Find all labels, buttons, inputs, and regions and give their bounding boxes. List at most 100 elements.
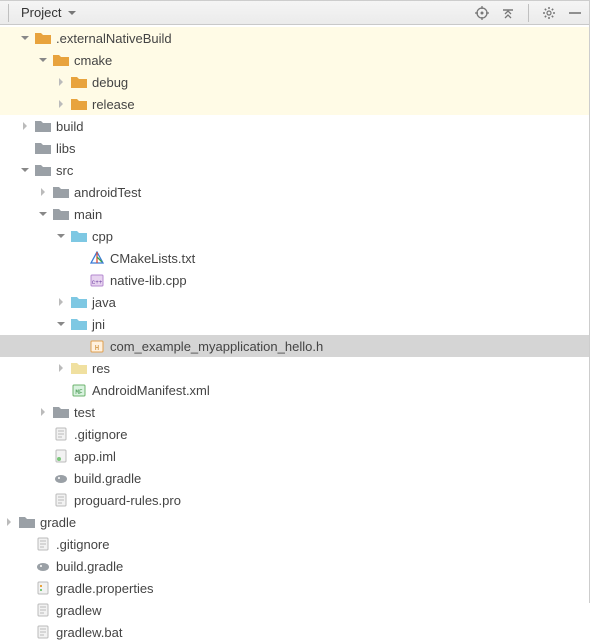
folder-grey-icon [35,140,51,156]
properties-file-icon [35,580,51,596]
tree-node-main[interactable]: main [0,203,589,225]
chevron-right-icon [54,295,68,309]
tree-label: native-lib.cpp [110,273,187,288]
chevron-right-icon [18,119,32,133]
tree-label: .gitignore [56,537,109,552]
tree-label: release [92,97,135,112]
tree-label: java [92,295,116,310]
tree-label: gradle [40,515,76,530]
toolbar-separator [528,4,529,22]
chevron-right-icon [36,405,50,419]
folder-source-icon [71,294,87,310]
tree-node-buildgradle1[interactable]: build.gradle [0,467,589,489]
tree-node-build[interactable]: build [0,115,589,137]
gear-icon[interactable] [539,3,559,23]
tree-node-proguard[interactable]: proguard-rules.pro [0,489,589,511]
tree-label: gradlew.bat [56,625,123,640]
tree-node-src[interactable]: src [0,159,589,181]
chevron-right-icon [54,361,68,375]
chevron-down-icon [18,163,32,177]
chevron-down-icon [36,207,50,221]
gradle-file-icon [53,470,69,486]
tree-node-java[interactable]: java [0,291,589,313]
folder-grey-icon [35,162,51,178]
tree-node-res[interactable]: res [0,357,589,379]
tree-label: gradle.properties [56,581,154,596]
toolbar-separator [8,4,9,22]
text-file-icon [53,492,69,508]
iml-file-icon [53,448,69,464]
tree-label: CMakeLists.txt [110,251,195,266]
tree-node-helloh[interactable]: H com_example_myapplication_hello.h [0,335,589,357]
tree-label: jni [92,317,105,332]
tree-node-libs[interactable]: libs [0,137,589,159]
tree-label: debug [92,75,128,90]
tree-node-manifest[interactable]: MF AndroidManifest.xml [0,379,589,401]
chevron-right-icon [54,97,68,111]
target-icon[interactable] [472,3,492,23]
tree-label: cmake [74,53,112,68]
tree-node-androidTest[interactable]: androidTest [0,181,589,203]
folder-grey-icon [53,206,69,222]
text-file-icon [35,602,51,618]
chevron-down-icon [18,31,32,45]
folder-source-icon [71,316,87,332]
project-tab[interactable]: Project [15,3,88,22]
chevron-down-icon [54,317,68,331]
dropdown-chevron-icon [65,6,79,20]
project-tree: .externalNativeBuild cmake debug release… [0,25,589,643]
chevron-right-icon [36,185,50,199]
tree-label: build [56,119,83,134]
folder-res-icon [71,360,87,376]
folder-source-icon [71,228,87,244]
tree-label: proguard-rules.pro [74,493,181,508]
tree-label: build.gradle [74,471,141,486]
tree-label: AndroidManifest.xml [92,383,210,398]
svg-text:c++: c++ [92,279,103,286]
tree-node-cmakelists[interactable]: CMakeLists.txt [0,247,589,269]
folder-grey-icon [53,184,69,200]
project-toolbar: Project [0,1,589,25]
chevron-down-icon [36,53,50,67]
chevron-down-icon [54,229,68,243]
hide-icon[interactable] [565,3,585,23]
text-file-icon [53,426,69,442]
tree-label: main [74,207,102,222]
tree-label: gradlew [56,603,102,618]
tree-node-cmake[interactable]: cmake [0,49,589,71]
tree-node-cpp[interactable]: cpp [0,225,589,247]
tree-label: .gitignore [74,427,127,442]
folder-icon [35,30,51,46]
tree-label: src [56,163,73,178]
folder-icon [71,74,87,90]
tree-node-buildgradle2[interactable]: build.gradle [0,555,589,577]
tree-node-test[interactable]: test [0,401,589,423]
tree-node-gitignore1[interactable]: .gitignore [0,423,589,445]
tree-node-release[interactable]: release [0,93,589,115]
tree-node-debug[interactable]: debug [0,71,589,93]
tree-label: build.gradle [56,559,123,574]
tree-node-gradleprops[interactable]: gradle.properties [0,577,589,599]
tree-node-jni[interactable]: jni [0,313,589,335]
tree-node-gradle[interactable]: gradle [0,511,589,533]
chevron-right-icon [54,75,68,89]
cpp-file-icon: c++ [89,272,105,288]
tree-label: androidTest [74,185,141,200]
tree-label: cpp [92,229,113,244]
tree-node-gitignore2[interactable]: .gitignore [0,533,589,555]
gradle-file-icon [35,558,51,574]
tree-label: libs [56,141,76,156]
collapse-all-icon[interactable] [498,3,518,23]
tree-node-nativelib[interactable]: c++ native-lib.cpp [0,269,589,291]
tree-node-externalNativeBuild[interactable]: .externalNativeBuild [0,27,589,49]
tree-label: com_example_myapplication_hello.h [110,339,323,354]
tree-label: .externalNativeBuild [56,31,172,46]
folder-grey-icon [53,404,69,420]
folder-icon [53,52,69,68]
text-file-icon [35,536,51,552]
tree-node-gradlew[interactable]: gradlew [0,599,589,621]
svg-text:H: H [95,345,99,353]
tree-node-gradlewbat[interactable]: gradlew.bat [0,621,589,643]
svg-text:MF: MF [75,389,83,396]
tree-node-appiml[interactable]: app.iml [0,445,589,467]
